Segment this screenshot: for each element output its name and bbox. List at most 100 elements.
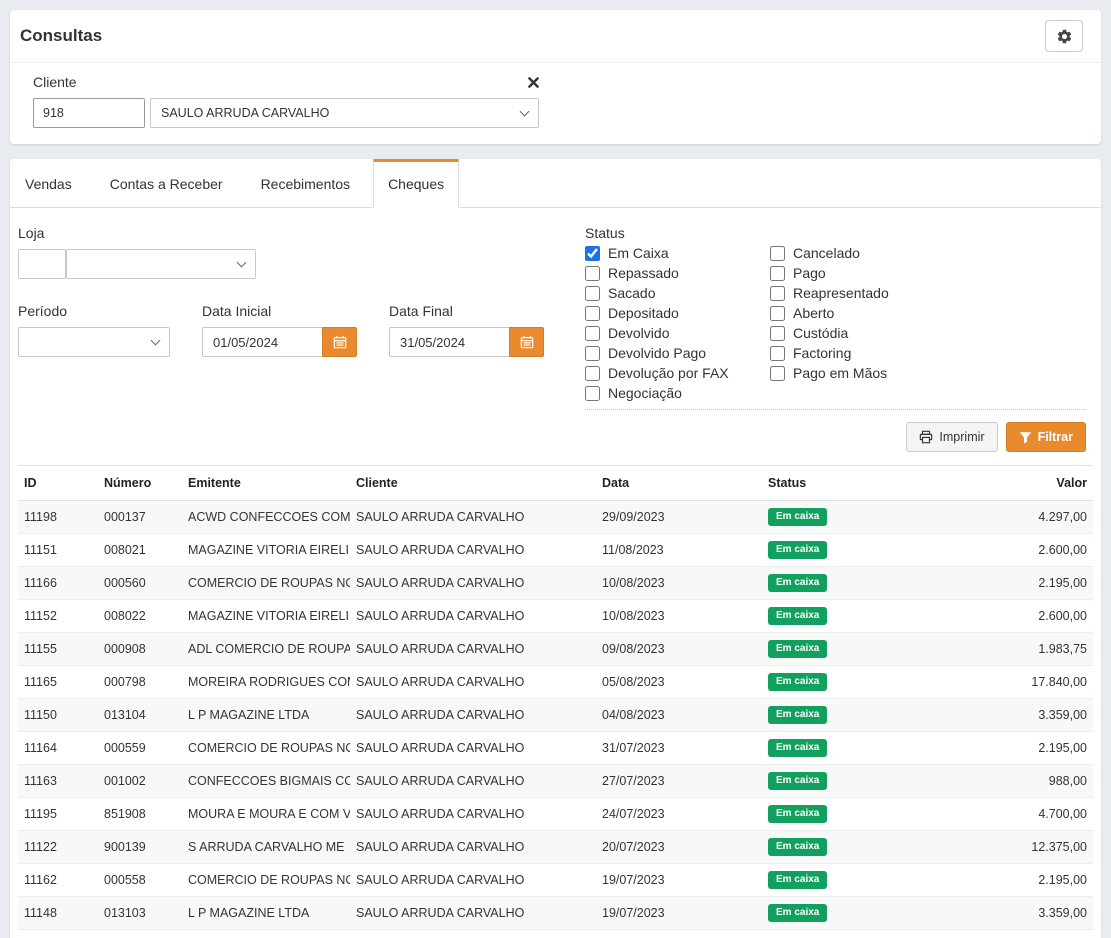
status-checkbox[interactable] xyxy=(585,366,600,381)
chevron-down-icon xyxy=(151,335,161,345)
status-badge: Em caixa xyxy=(768,508,827,526)
status-badge: Em caixa xyxy=(768,673,827,691)
status-checkbox-row[interactable]: Repassado xyxy=(585,263,770,283)
cell-valor: 17.840,00 xyxy=(932,666,1093,699)
periodo-select[interactable] xyxy=(18,327,170,357)
tabs-bar: Vendas Contas a Receber Recebimentos Che… xyxy=(10,159,1101,208)
column-header-emitente: Emitente xyxy=(182,466,350,501)
table-row[interactable]: 11198 000137 ACWD CONFECCOES COMER… SAUL… xyxy=(18,501,1093,534)
status-checkbox[interactable] xyxy=(770,326,785,341)
data-final-input[interactable] xyxy=(389,327,509,357)
column-header-id: ID xyxy=(18,466,98,501)
status-checkbox-row[interactable]: Pago em Mãos xyxy=(770,363,1086,383)
filter-button[interactable]: Filtrar xyxy=(1006,422,1086,452)
cell-id: 11152 xyxy=(18,600,98,633)
status-checkbox-row[interactable]: Sacado xyxy=(585,283,770,303)
cell-numero: 000560 xyxy=(98,567,182,600)
data-inicial-label: Data Inicial xyxy=(202,303,357,319)
data-inicial-calendar-button[interactable] xyxy=(322,327,357,357)
client-select[interactable]: SAULO ARRUDA CARVALHO xyxy=(150,98,539,128)
status-checkbox[interactable] xyxy=(770,366,785,381)
tab[interactable]: Vendas xyxy=(10,159,87,208)
cell-valor: 2.600,00 xyxy=(932,534,1093,567)
status-checkbox-row[interactable]: Devolvido xyxy=(585,323,770,343)
status-checkbox-row[interactable]: Aberto xyxy=(770,303,1086,323)
cell-cliente: SAULO ARRUDA CARVALHO xyxy=(350,765,596,798)
table-row[interactable]: 11165 000798 MOREIRA RODRIGUES COME… SAU… xyxy=(18,666,1093,699)
status-badge: Em caixa xyxy=(768,574,827,592)
status-checkbox[interactable] xyxy=(770,266,785,281)
cell-numero: 008022 xyxy=(98,600,182,633)
status-checkbox-row[interactable]: Cancelado xyxy=(770,243,1086,263)
status-checkbox-label: Cancelado xyxy=(793,245,860,261)
cell-data: 05/08/2023 xyxy=(596,666,762,699)
cell-valor: 4.297,00 xyxy=(932,501,1093,534)
table-row[interactable]: 11162 000558 COMERCIO DE ROUPAS NOV… SAU… xyxy=(18,864,1093,897)
table-row[interactable]: 11166 000560 COMERCIO DE ROUPAS NOV… SAU… xyxy=(18,567,1093,600)
status-badge: Em caixa xyxy=(768,871,827,889)
cell-emitente: MAGAZINE VITORIA EIRELI ME xyxy=(182,600,350,633)
status-checkbox-row[interactable]: Devolução por FAX xyxy=(585,363,770,383)
client-code-input[interactable] xyxy=(33,98,145,128)
status-checkbox-label: Custódia xyxy=(793,325,848,341)
tab[interactable]: Contas a Receber xyxy=(95,159,238,208)
status-checkbox[interactable] xyxy=(770,286,785,301)
status-checkbox-row[interactable]: Devolvido Pago xyxy=(585,343,770,363)
status-checkbox[interactable] xyxy=(585,346,600,361)
status-checkbox-label: Em Caixa xyxy=(608,245,669,261)
status-checkbox[interactable] xyxy=(585,306,600,321)
cell-id: 11198 xyxy=(18,501,98,534)
status-checkbox-row[interactable]: Em Caixa xyxy=(585,243,770,263)
table-row[interactable]: 11164 000559 COMERCIO DE ROUPAS NOV… SAU… xyxy=(18,732,1093,765)
status-checkbox-row[interactable]: Pago xyxy=(770,263,1086,283)
table-row[interactable]: 11122 900139 S ARRUDA CARVALHO ME SAULO … xyxy=(18,831,1093,864)
status-checkbox-row[interactable]: Factoring xyxy=(770,343,1086,363)
cell-id: 11162 xyxy=(18,864,98,897)
status-badge: Em caixa xyxy=(768,904,827,922)
table-row[interactable]: 11155 000908 ADL COMERCIO DE ROUPAS … SA… xyxy=(18,633,1093,666)
table-row[interactable]: 11195 851908 MOURA E MOURA E COM VAR… SA… xyxy=(18,798,1093,831)
status-checkbox[interactable] xyxy=(770,306,785,321)
status-checkbox-row[interactable]: Depositado xyxy=(585,303,770,323)
cell-valor: 3.359,00 xyxy=(932,897,1093,930)
table-row[interactable]: 11151 008021 MAGAZINE VITORIA EIRELI ME … xyxy=(18,534,1093,567)
table-row[interactable]: 11152 008022 MAGAZINE VITORIA EIRELI ME … xyxy=(18,600,1093,633)
status-checkbox[interactable] xyxy=(770,346,785,361)
page-title: Consultas xyxy=(20,26,102,46)
status-checkbox[interactable] xyxy=(585,246,600,261)
calendar-icon xyxy=(520,335,534,349)
status-checkbox[interactable] xyxy=(585,386,600,401)
data-final-calendar-button[interactable] xyxy=(509,327,544,357)
table-row[interactable]: 11148 013103 L P MAGAZINE LTDA SAULO ARR… xyxy=(18,897,1093,930)
table-row[interactable]: 11163 001002 CONFECCOES BIGMAIS COM… SAU… xyxy=(18,765,1093,798)
settings-button[interactable] xyxy=(1045,20,1083,52)
cell-valor: 2.195,00 xyxy=(932,864,1093,897)
loja-select[interactable] xyxy=(66,249,256,279)
clear-client-button[interactable] xyxy=(528,77,539,88)
print-button[interactable]: Imprimir xyxy=(906,422,997,452)
cell-data: 31/07/2023 xyxy=(596,732,762,765)
table-row[interactable]: 11150 013104 L P MAGAZINE LTDA SAULO ARR… xyxy=(18,699,1093,732)
cell-id: 11150 xyxy=(18,699,98,732)
loja-label: Loja xyxy=(18,225,567,241)
loja-code-input[interactable] xyxy=(18,249,66,279)
cell-cliente: SAULO ARRUDA CARVALHO xyxy=(350,699,596,732)
cell-id: 11195 xyxy=(18,798,98,831)
status-badge: Em caixa xyxy=(768,805,827,823)
tab[interactable]: Recebimentos xyxy=(246,159,366,208)
status-checkbox[interactable] xyxy=(585,266,600,281)
cell-cliente: SAULO ARRUDA CARVALHO xyxy=(350,864,596,897)
status-checkbox-row[interactable]: Reapresentado xyxy=(770,283,1086,303)
status-label: Status xyxy=(585,225,1086,241)
tab[interactable]: Cheques xyxy=(373,159,459,208)
client-filter-group: Cliente SAULO ARRUDA CARVALHO xyxy=(33,74,539,128)
data-inicial-input[interactable] xyxy=(202,327,322,357)
cell-id: 11165 xyxy=(18,666,98,699)
status-checkbox[interactable] xyxy=(585,286,600,301)
status-checkbox[interactable] xyxy=(770,246,785,261)
status-checkbox-row[interactable]: Negociação xyxy=(585,383,770,403)
column-header-status: Status xyxy=(762,466,932,501)
status-checkbox-row[interactable]: Custódia xyxy=(770,323,1086,343)
panel-body: Cliente SAULO ARRUDA CARVALHO xyxy=(10,63,1101,144)
status-checkbox[interactable] xyxy=(585,326,600,341)
